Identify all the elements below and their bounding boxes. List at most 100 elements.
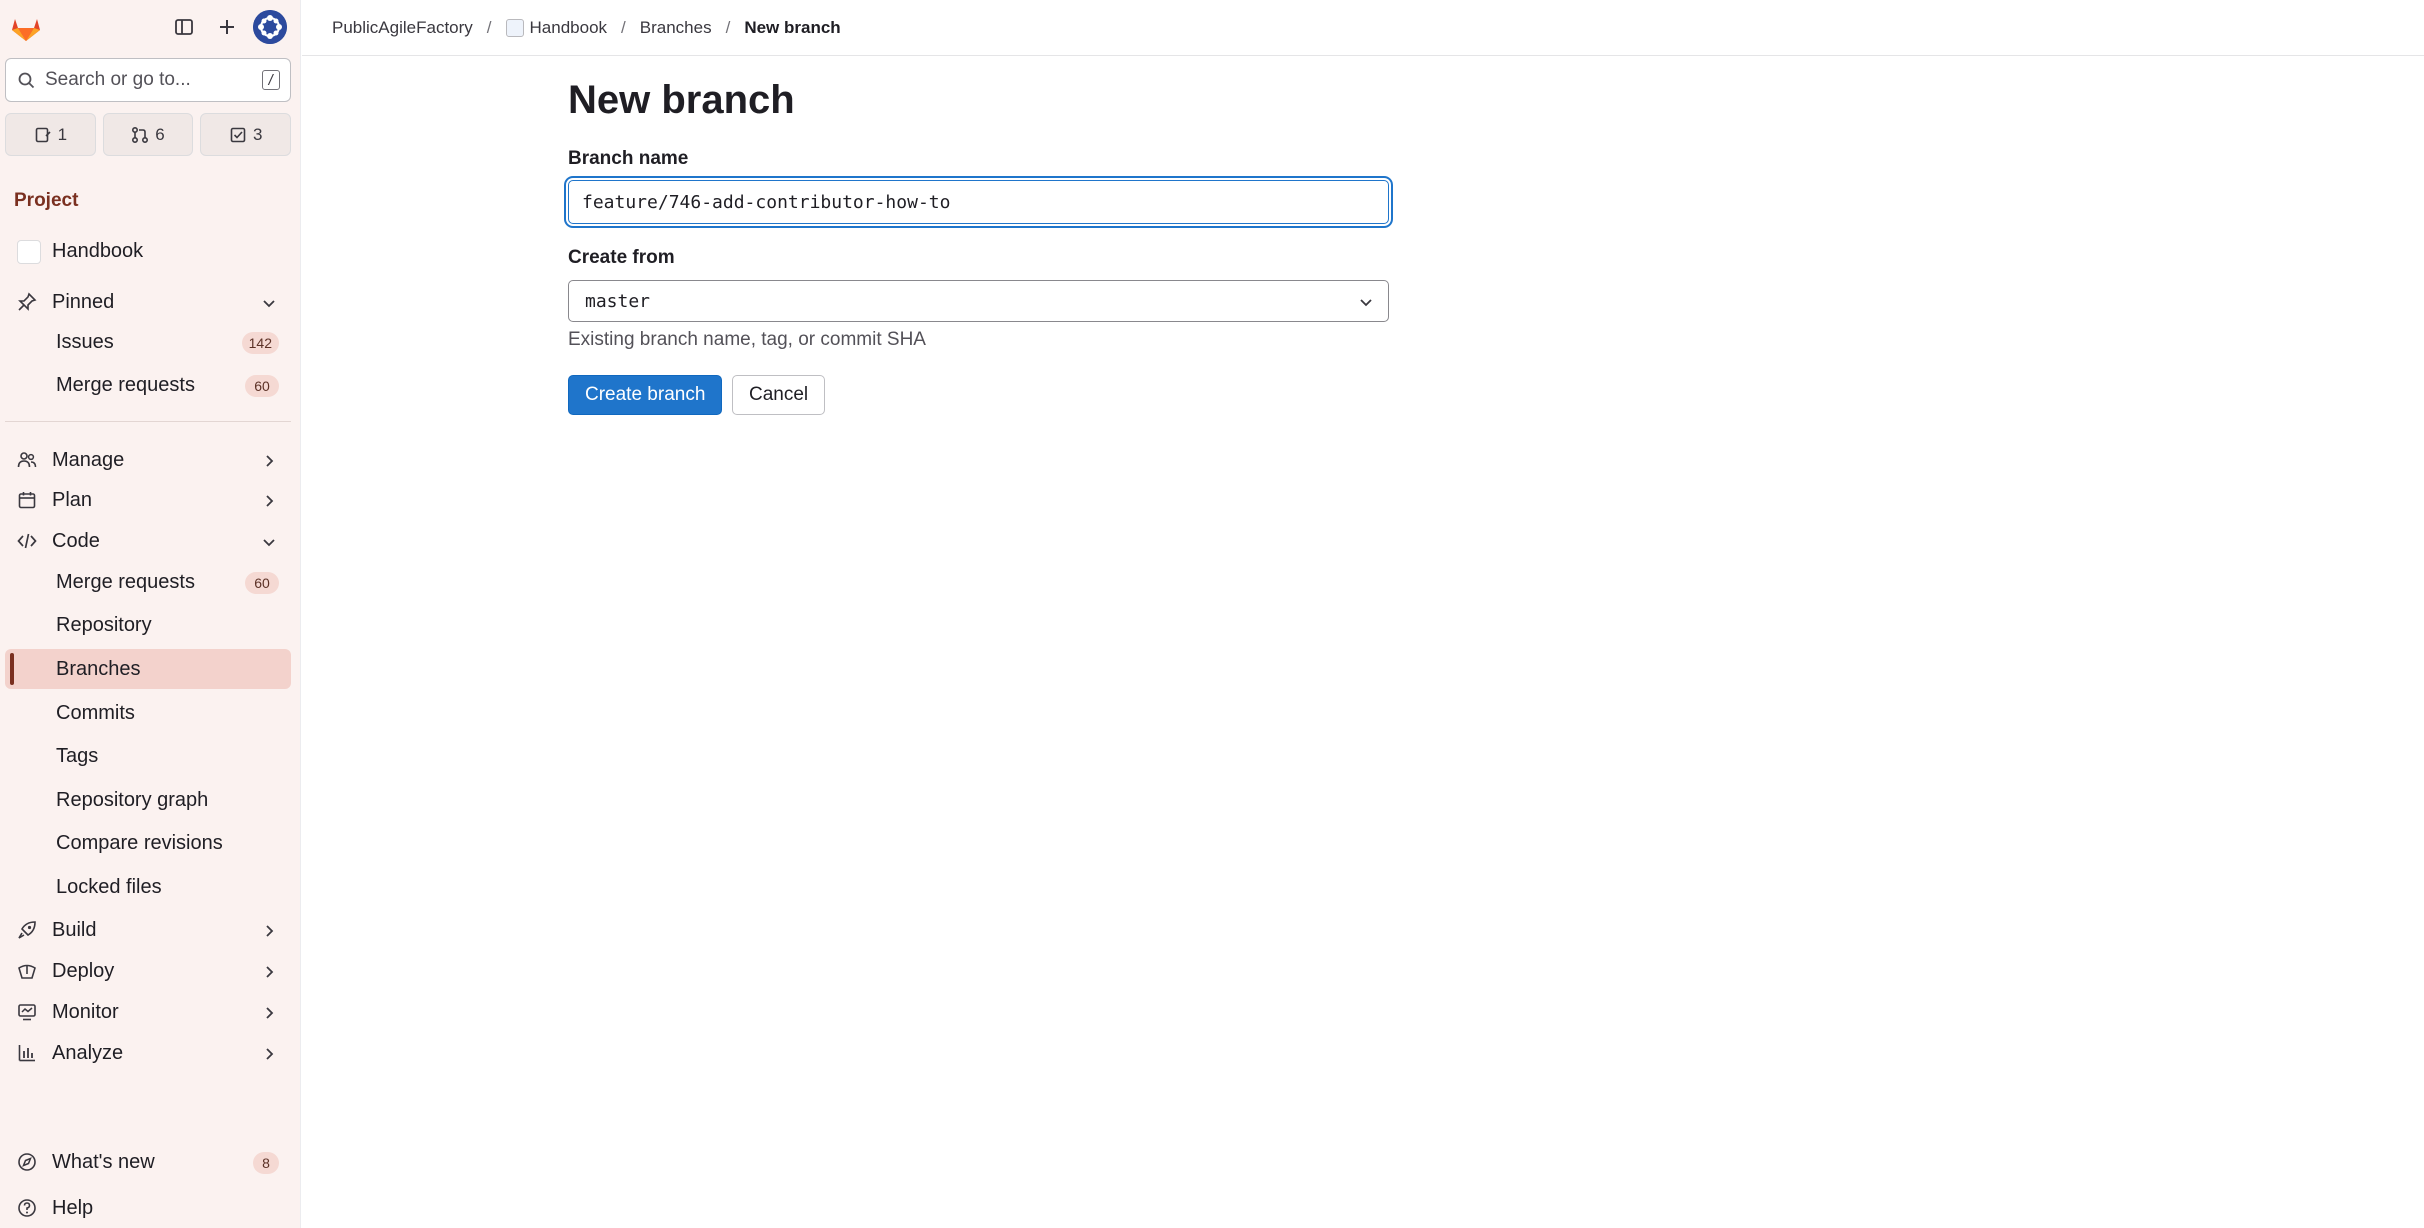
sidebar-item-build[interactable]: Build: [5, 910, 291, 950]
sidebar-item-locked-files[interactable]: Locked files: [5, 867, 291, 907]
issues-count: 1: [57, 124, 68, 144]
branches-label: Branches: [56, 657, 141, 680]
code-label: Code: [52, 529, 100, 552]
breadcrumb-current[interactable]: New branch: [744, 18, 840, 38]
section-label-project: Project: [14, 190, 79, 211]
chevron-down-icon: [261, 533, 277, 549]
chevron-right-icon: [261, 1045, 277, 1061]
toggle-sidebar-icon[interactable]: [166, 10, 202, 44]
sidebar-item-plan[interactable]: Plan: [5, 480, 291, 520]
cancel-button[interactable]: Cancel: [732, 375, 826, 415]
search-icon: [18, 72, 35, 89]
sidebar-item-tags[interactable]: Tags: [5, 736, 291, 776]
create-from-help-text: Existing branch name, tag, or commit SHA: [568, 329, 926, 350]
breadcrumb-separator: /: [725, 17, 731, 37]
merge-requests-count-button[interactable]: 6: [102, 113, 194, 156]
sidebar-item-repository-graph[interactable]: Repository graph: [5, 780, 291, 820]
sidebar-item-branches[interactable]: Branches: [5, 649, 291, 689]
search-placeholder: Search or go to...: [45, 69, 191, 90]
page-title: New branch: [568, 78, 795, 122]
calendar-icon: [17, 490, 37, 510]
todo-check-icon: [229, 126, 247, 144]
monitor-label: Monitor: [52, 1000, 119, 1023]
sidebar-header: [0, 0, 301, 52]
todos-count: 3: [252, 124, 263, 144]
sidebar-item-repository[interactable]: Repository: [5, 605, 291, 645]
code-merge-requests-label: Merge requests: [56, 570, 195, 593]
user-avatar[interactable]: [253, 10, 287, 44]
issues-count-button[interactable]: 1: [5, 113, 96, 156]
chevron-down-icon: [261, 294, 277, 310]
gitlab-logo-icon[interactable]: [8, 10, 44, 44]
chevron-right-icon: [261, 1004, 277, 1020]
help-icon: [17, 1198, 37, 1218]
sidebar-item-compare-revisions[interactable]: Compare revisions: [5, 823, 291, 863]
todos-count-button[interactable]: 3: [200, 113, 292, 156]
sidebar-item-commits[interactable]: Commits: [5, 693, 291, 733]
compass-icon: [17, 1152, 37, 1172]
pin-icon: [17, 292, 37, 312]
breadcrumb-separator: /: [486, 17, 492, 37]
monitor-icon: [17, 1002, 37, 1022]
sidebar-item-pinned-issues[interactable]: Issues 142: [5, 322, 291, 362]
whats-new-label: What's new: [52, 1150, 155, 1173]
search-shortcut-key: /: [262, 70, 280, 90]
chevron-right-icon: [261, 963, 277, 979]
merge-request-icon: [131, 126, 149, 144]
sidebar-divider: [5, 421, 291, 422]
pinned-label: Pinned: [52, 290, 115, 313]
pinned-issues-label: Issues: [56, 330, 114, 353]
pinned-merge-requests-label: Merge requests: [56, 373, 195, 396]
user-counts: 1 6 3: [5, 113, 292, 156]
whats-new-badge: 8: [253, 1152, 279, 1174]
deploy-label: Deploy: [52, 959, 115, 982]
sidebar-item-pinned[interactable]: Pinned: [5, 282, 291, 322]
sidebar-item-pinned-merge-requests[interactable]: Merge requests 60: [5, 365, 291, 405]
merge-requests-badge: 60: [245, 375, 279, 397]
chevron-right-icon: [261, 492, 277, 508]
analyze-label: Analyze: [52, 1041, 124, 1064]
search-button[interactable]: Search or go to... /: [5, 58, 291, 102]
deploy-icon: [17, 961, 37, 981]
create-branch-button[interactable]: Create branch: [568, 375, 723, 415]
breadcrumb-branches[interactable]: Branches: [640, 18, 712, 38]
branch-name-input[interactable]: [568, 180, 1389, 224]
commits-label: Commits: [56, 701, 135, 724]
sidebar-item-code[interactable]: Code: [5, 521, 291, 561]
sidebar-item-whats-new[interactable]: What's new 8: [5, 1142, 291, 1182]
help-label: Help: [52, 1196, 94, 1219]
sidebar-item-analyze[interactable]: Analyze: [5, 1033, 291, 1073]
project-avatar: [17, 240, 41, 264]
chevron-right-icon: [261, 922, 277, 938]
repository-label: Repository: [56, 613, 152, 636]
plan-label: Plan: [52, 488, 93, 511]
create-from-value: master: [585, 290, 651, 312]
plus-icon[interactable]: [209, 10, 245, 44]
sidebar-item-project[interactable]: Handbook: [5, 231, 291, 271]
sidebar-item-help[interactable]: Help: [5, 1188, 291, 1228]
build-label: Build: [52, 918, 97, 941]
breadcrumb-group[interactable]: PublicAgileFactory: [332, 18, 473, 38]
compare-revisions-label: Compare revisions: [56, 831, 223, 854]
issues-badge: 142: [241, 332, 279, 354]
issues-icon: [34, 126, 52, 144]
sidebar-item-code-merge-requests[interactable]: Merge requests 60: [5, 562, 291, 602]
sidebar-item-monitor[interactable]: Monitor: [5, 992, 291, 1032]
branch-name-label: Branch name: [568, 148, 689, 169]
chart-icon: [17, 1043, 37, 1063]
sidebar-item-deploy[interactable]: Deploy: [5, 951, 291, 991]
sidebar: Search or go to... / 1 6 3 Project Handb…: [0, 0, 301, 1228]
merge-requests-count: 6: [155, 124, 165, 144]
sidebar-item-manage[interactable]: Manage: [5, 440, 291, 480]
create-from-dropdown[interactable]: master: [568, 280, 1389, 322]
project-name: Handbook: [52, 239, 144, 262]
breadcrumb: PublicAgileFactory / Handbook / Branches…: [302, 0, 2424, 56]
tags-label: Tags: [56, 744, 99, 767]
manage-label: Manage: [52, 448, 125, 471]
users-icon: [17, 450, 37, 470]
chevron-right-icon: [261, 452, 277, 468]
breadcrumb-separator: /: [621, 17, 626, 37]
breadcrumb-project-label: Handbook: [529, 17, 608, 37]
code-merge-requests-badge: 60: [245, 572, 279, 594]
breadcrumb-project[interactable]: Handbook: [505, 17, 608, 38]
